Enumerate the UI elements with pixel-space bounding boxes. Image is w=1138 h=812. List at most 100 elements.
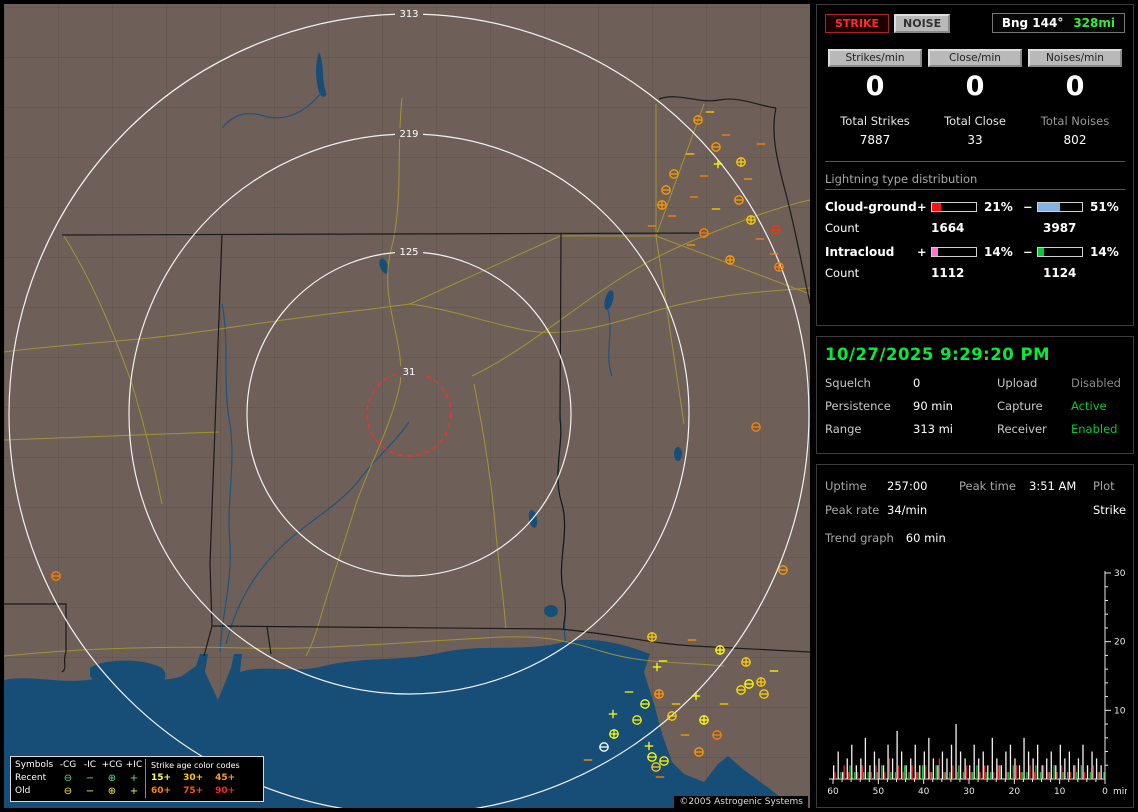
uptime-value: 257:00 (887, 479, 959, 493)
strike-symbol (52, 572, 60, 580)
strike-mode-button[interactable]: STRIKE (825, 14, 889, 33)
distribution-title: Lightning type distribution (825, 172, 1125, 190)
svg-text:60: 60 (827, 787, 839, 797)
legend-symbol-glyph: ⊕ (101, 772, 123, 785)
divider (825, 161, 1125, 162)
close-per-min-block: Close/min 0 (925, 49, 1025, 102)
strike-legend: Symbols -CG -IC +CG +IC Strike age color… (10, 756, 264, 802)
legend-header: Symbols -CG -IC +CG +IC Strike age color… (15, 759, 259, 772)
strike-symbol (655, 690, 663, 698)
strike-symbol (670, 170, 678, 178)
cloud-ground-count-row: Count 1664 3987 (825, 221, 1125, 235)
intracloud-count-row: Count 1112 1124 (825, 266, 1125, 280)
strike-symbol (752, 423, 760, 431)
strike-symbol (694, 116, 702, 124)
noises-per-min-button[interactable]: Noises/min (1028, 49, 1122, 67)
total-strikes-label: Total Strikes (825, 114, 925, 128)
total-strikes-value: 7887 (825, 133, 925, 147)
svg-text:10: 10 (1054, 787, 1066, 797)
persistence-value: 90 min (913, 399, 997, 413)
map-canvas: 31321912531 (4, 4, 810, 808)
spacer (959, 503, 1029, 517)
strike-symbol (747, 216, 755, 224)
strike-symbol (714, 160, 722, 168)
water-bodies (4, 52, 792, 808)
cg-neg-sign: − (1023, 200, 1037, 214)
noise-mode-button[interactable]: NOISE (894, 14, 950, 33)
legend-col-ic-neg: -IC (79, 759, 101, 772)
peak-rate-value: 34/min (887, 503, 959, 517)
ic-pos-bar (931, 247, 977, 257)
strike-symbol (648, 633, 656, 641)
capture-label: Capture (997, 399, 1071, 413)
cg-pos-sign: + (917, 200, 931, 214)
trend-title-row: Trend graph 60 min (825, 531, 1125, 545)
strike-symbol (653, 663, 661, 671)
svg-text:30: 30 (963, 787, 975, 797)
strike-symbol (737, 158, 745, 166)
svg-text:20: 20 (1114, 638, 1126, 648)
range-value: 313 mi (913, 422, 997, 436)
totals: Total Strikes 7887 Total Close 33 Total … (825, 114, 1125, 147)
legend-age-codes: 60+75+90+ (145, 785, 259, 798)
strike-symbol (713, 731, 721, 739)
svg-text:50: 50 (873, 787, 885, 797)
total-noises-value: 802 (1025, 133, 1125, 147)
intracloud-label: Intracloud (825, 245, 917, 259)
cg-count-label: Count (825, 221, 917, 235)
noises-per-min-block: Noises/min 0 (1025, 49, 1125, 102)
strike-symbol (668, 712, 676, 720)
svg-text:10: 10 (1114, 706, 1126, 716)
bearing-display: Bng 144° 328mi (992, 13, 1125, 33)
total-close-block: Total Close 33 (925, 114, 1025, 147)
upload-label: Upload (997, 376, 1071, 390)
cg-neg-bar (1037, 202, 1083, 212)
strikes-per-min-block: Strikes/min 0 (825, 49, 925, 102)
bearing-value: Bng 144° (1002, 16, 1064, 30)
upload-status: Disabled (1071, 376, 1125, 390)
svg-text:30: 30 (1114, 569, 1126, 579)
strike-symbol (692, 692, 700, 700)
legend-symbol-glyph: + (123, 772, 145, 785)
age-code: 45+ (215, 772, 235, 785)
svg-text:20: 20 (1009, 787, 1021, 797)
close-per-min-value: 0 (925, 71, 1025, 102)
datetime-display: 10/27/2025 9:29:20 PM (825, 345, 1125, 364)
plot-label: Plot (1093, 479, 1126, 493)
control-panel: STRIKE NOISE Bng 144° 328mi Strikes/min … (816, 4, 1134, 808)
squelch-label: Squelch (825, 376, 913, 390)
legend-symbol-glyph: + (123, 785, 145, 798)
capture-status: Active (1071, 399, 1125, 413)
strike-stats-panel: STRIKE NOISE Bng 144° 328mi Strikes/min … (816, 4, 1134, 326)
plot-value: Strike (1093, 503, 1126, 517)
legend-symbol-glyph: ⊕ (101, 785, 123, 798)
legend-symbol-glyph: ⊖ (57, 785, 79, 798)
total-strikes-block: Total Strikes 7887 (825, 114, 925, 147)
legend-col-cg-pos: +CG (101, 759, 123, 772)
legend-row-label: Old (15, 785, 57, 798)
uptime-label: Uptime (825, 479, 887, 493)
legend-symbol-glyph: − (79, 785, 101, 798)
lightning-map[interactable]: 31321912531 Symbols -CG -IC +CG +IC Stri… (4, 4, 810, 808)
state-borders (4, 97, 810, 672)
range-label: Range (825, 422, 913, 436)
strikes-per-min-value: 0 (825, 71, 925, 102)
ic-pos-pct: 14% (979, 245, 1023, 259)
trend-graph-label: Trend graph (825, 531, 894, 545)
cg-pos-bar (931, 202, 977, 212)
strike-symbol (700, 716, 708, 724)
strike-symbol (757, 678, 765, 686)
strike-symbol (712, 143, 720, 151)
strikes-per-min-button[interactable]: Strikes/min (828, 49, 922, 67)
strike-symbol (772, 226, 780, 234)
cloud-ground-label: Cloud-ground (825, 200, 917, 214)
ic-pos-count: 1112 (917, 266, 1029, 280)
age-code: 75+ (183, 785, 203, 798)
legend-row-old: Old⊖−⊕+60+75+90+ (15, 785, 259, 798)
lightning-detector-app: 31321912531 Symbols -CG -IC +CG +IC Stri… (0, 0, 1138, 812)
strike-symbol (662, 186, 670, 194)
cloud-ground-row: Cloud-ground + 21% − 51% (825, 200, 1125, 214)
bearing-distance-value: 328mi (1073, 16, 1115, 30)
close-per-min-button[interactable]: Close/min (928, 49, 1022, 67)
legend-col-ic-pos: +IC (123, 759, 145, 772)
